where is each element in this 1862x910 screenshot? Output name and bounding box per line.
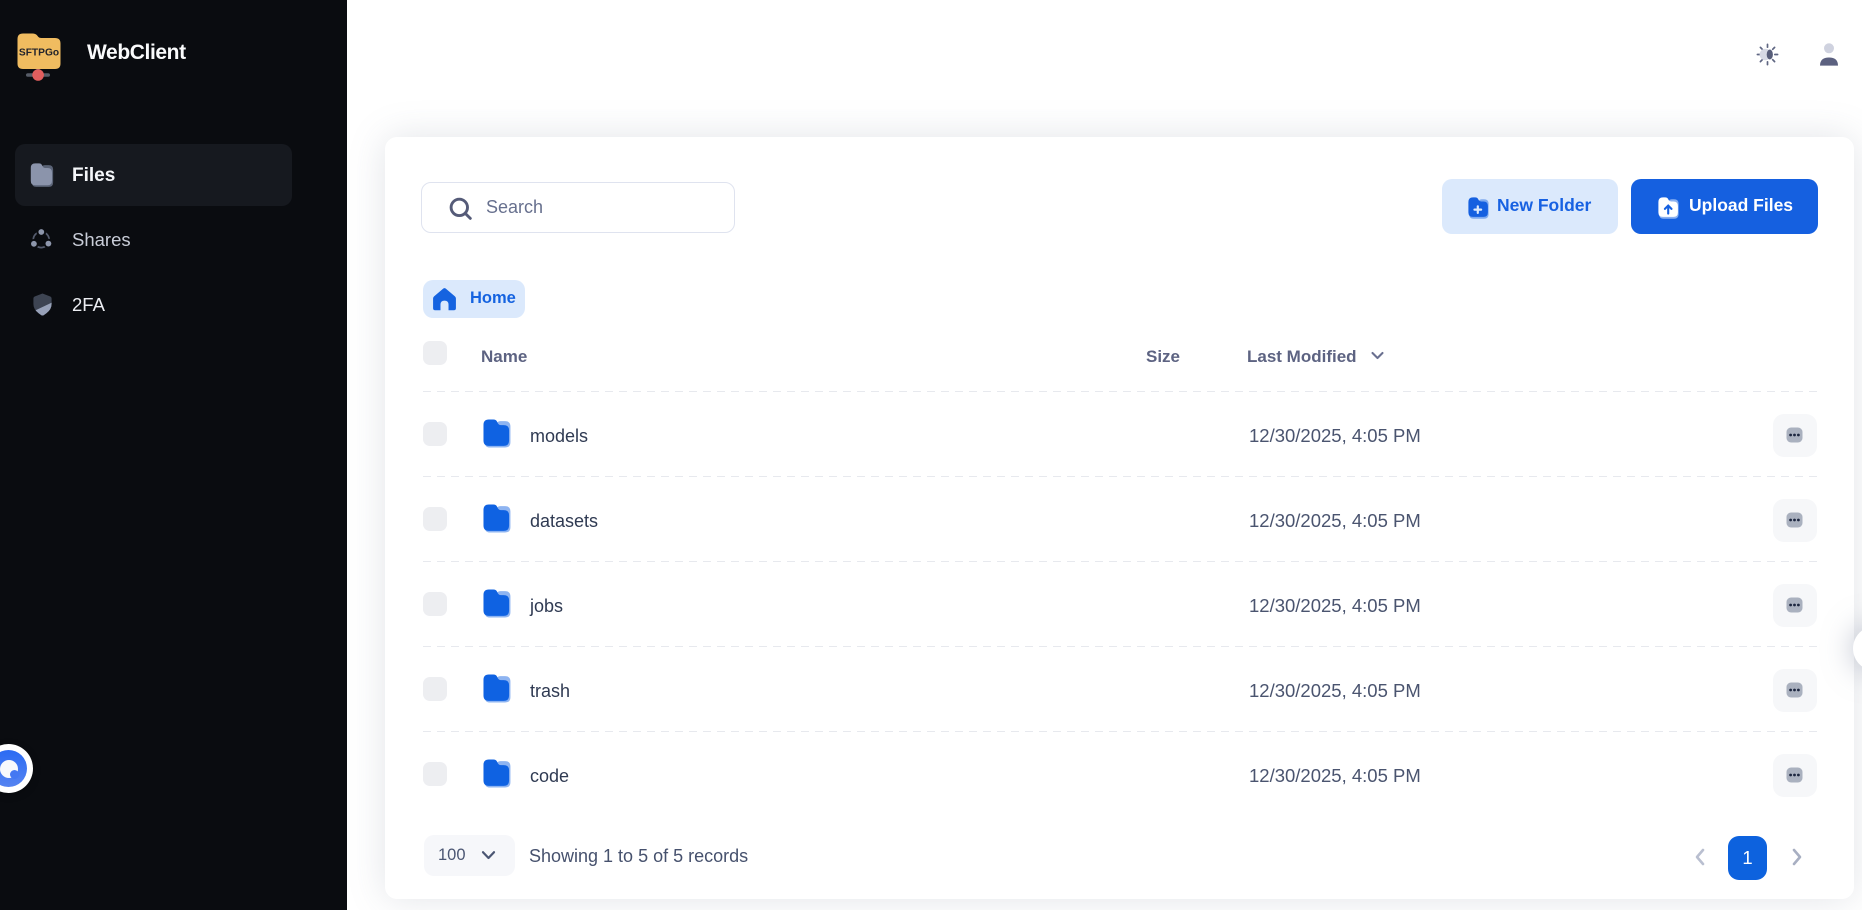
svg-text:SFTPGo: SFTPGo bbox=[19, 48, 59, 59]
